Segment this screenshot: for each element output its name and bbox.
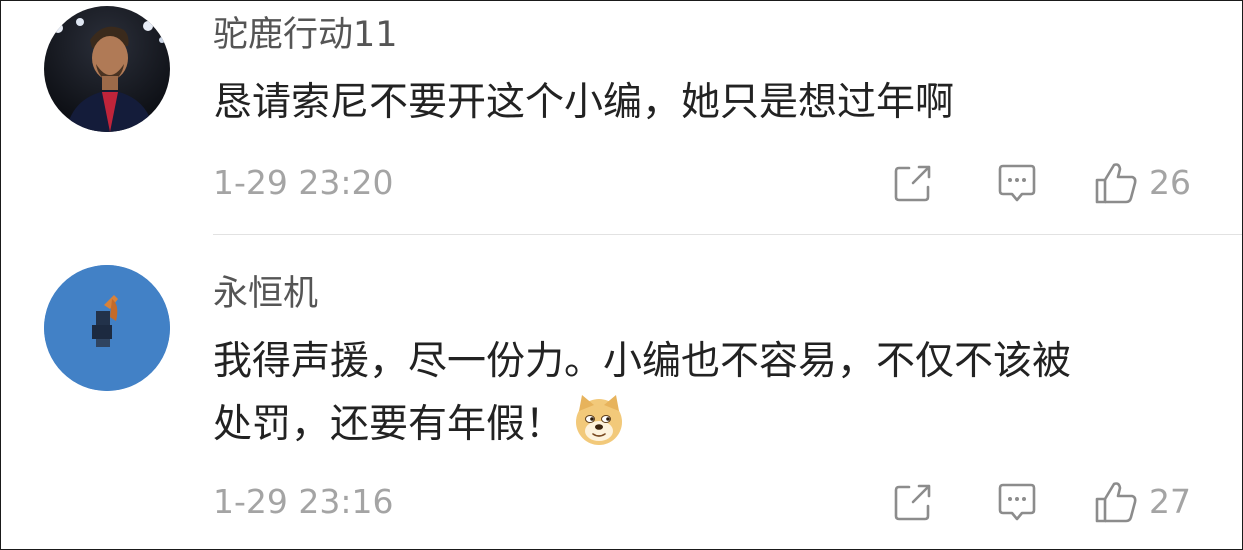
doge-emoji-icon [572,393,626,466]
like-count: 26 [1149,163,1191,202]
share-button[interactable] [891,478,935,526]
thumbs-up-icon [1095,163,1137,204]
share-icon [894,165,931,202]
like-button[interactable]: 26 [1093,159,1191,207]
reply-button[interactable] [995,478,1039,526]
reply-button[interactable] [995,159,1039,207]
like-button[interactable]: 27 [1093,478,1191,526]
comment-list: 驼鹿行动11 恳请索尼不要开这个小编，她只是想过年啊 1-29 23:20 26… [0,0,1243,550]
comment-text: 我得声援，尽一份力。小编也不容易，不仅不该被 处罚，还要有年假！ [213,331,1213,466]
user-avatar[interactable] [44,265,170,391]
football-player-avatar-icon [44,6,170,132]
like-count: 27 [1149,482,1191,521]
comment-item: 驼鹿行动11 恳请索尼不要开这个小编，她只是想过年啊 1-29 23:20 26 [1,1,1242,234]
comment-icon [998,483,1036,521]
username[interactable]: 驼鹿行动11 [213,13,398,57]
thumbs-up-icon [1095,482,1137,523]
comment-text-body: 我得声援，尽一份力。小编也不容易，不仅不该被 处罚，还要有年假！ [213,339,1072,447]
comment-actions: 27 [891,478,1211,526]
username[interactable]: 永恒机 [213,272,318,316]
user-avatar[interactable] [44,6,170,132]
timestamp: 1-29 23:16 [213,482,394,521]
comment-text: 恳请索尼不要开这个小编，她只是想过年啊 [213,80,955,125]
comment-item: 永恒机 我得声援，尽一份力。小编也不容易，不仅不该被 处罚，还要有年假！ 1-2… [1,235,1242,549]
blue-circle-figure-avatar-icon [44,265,170,391]
comment-icon [998,164,1036,202]
share-icon [894,484,931,521]
timestamp: 1-29 23:20 [213,163,394,202]
share-button[interactable] [891,159,935,207]
comment-actions: 26 [891,159,1211,207]
